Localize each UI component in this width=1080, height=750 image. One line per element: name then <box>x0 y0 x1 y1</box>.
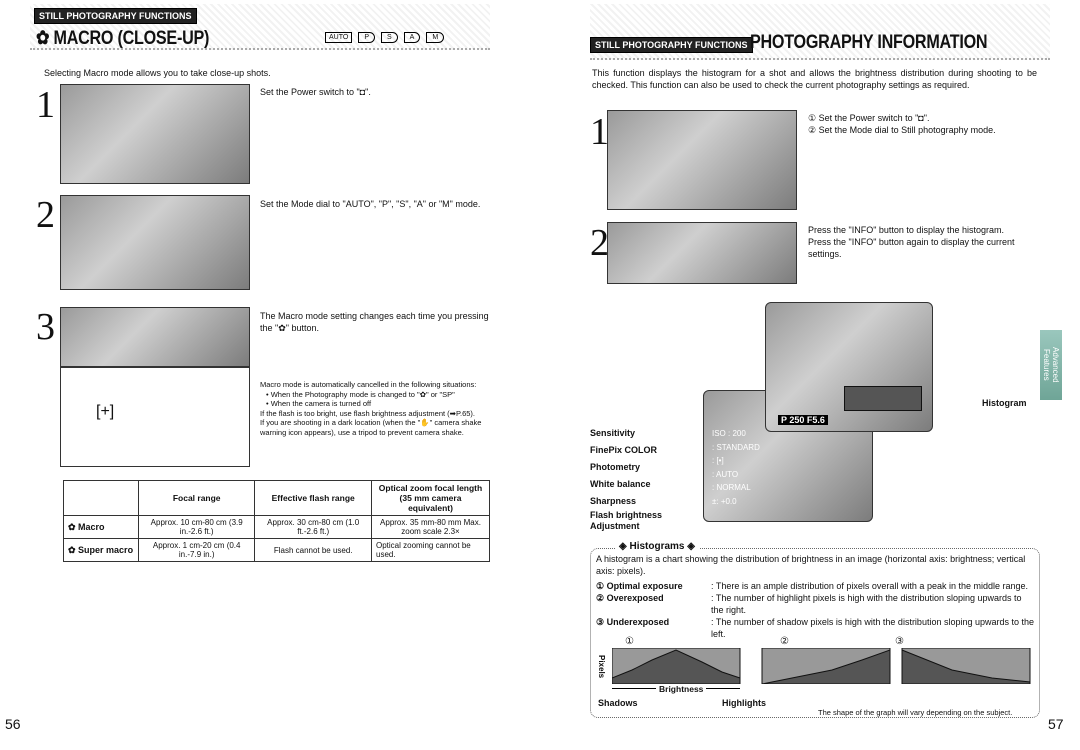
table-header: Optical zoom focal length (35 mm camera … <box>371 480 490 516</box>
step-text: ① Set the Power switch to "◘". ② Set the… <box>808 112 1038 136</box>
page-title: ✿ MACRO (CLOSE-UP) <box>36 28 210 49</box>
marker: ① <box>625 636 634 647</box>
callout-label: Sharpness <box>590 496 637 506</box>
note: Macro mode is automatically cancelled in… <box>260 380 477 389</box>
macro-range-table: Focal range Effective flash range Optica… <box>63 480 490 562</box>
step-line: ② Set the Mode dial to Still photography… <box>808 125 996 135</box>
table-cell: Approx. 10 cm-80 cm (3.9 in.-2.6 ft.) <box>137 515 256 539</box>
y-axis-label: Pixels <box>597 655 606 679</box>
intro-text: This function displays the histogram for… <box>592 68 1037 90</box>
step-text: Set the Mode dial to "AUTO", "P", "S", "… <box>260 199 481 209</box>
note: If the flash is too bright, use flash br… <box>260 408 476 418</box>
notes: Macro mode is automatically cancelled in… <box>260 380 490 437</box>
table-header: Effective flash range <box>254 480 372 516</box>
table-cell: ✿ Macro <box>63 515 139 539</box>
step-text: Set the Power switch to "◘". <box>260 87 371 97</box>
table-row: ✿ Macro Approx. 10 cm-80 cm (3.9 in.-2.6… <box>63 515 490 539</box>
highlights-label: Highlights <box>722 698 766 708</box>
item-term: ① Optimal exposure <box>596 581 683 591</box>
histogram-screen-image: P 250 F5.6 <box>765 302 933 432</box>
callout-label: White balance <box>590 479 651 489</box>
mode-icon: A <box>403 32 421 43</box>
note: • When the camera is turned off <box>266 399 372 408</box>
page-number: 56 <box>5 716 21 732</box>
note: If you are shooting in a dark location (… <box>260 418 482 437</box>
step-number: 3 <box>36 306 55 348</box>
screen-value: ±: +0.0 <box>712 496 737 506</box>
box-title: ◈ Histograms ◈ <box>615 541 699 552</box>
marker: ② <box>780 636 789 647</box>
item-term: ② Overexposed <box>596 593 664 603</box>
mode-icon: S <box>381 32 398 43</box>
item-desc: : The number of shadow pixels is high wi… <box>711 617 1035 639</box>
program-mode-badge: P 250 F5.6 <box>778 415 828 425</box>
table-cell: Approx. 35 mm-80 mm Max. zoom scale 2.3× <box>371 515 490 539</box>
mode-icon: P <box>358 32 375 43</box>
screen-value: : STANDARD <box>712 442 760 452</box>
table-header: Focal range <box>137 480 256 516</box>
focus-frame-icon: [+] <box>96 403 115 420</box>
info-button-image <box>607 222 797 284</box>
mode-dial-image <box>60 195 250 290</box>
x-axis-label: Brightness <box>656 684 707 694</box>
table-cell: ✿ Super macro <box>63 538 139 562</box>
table-cell: Approx. 30 cm-80 cm (1.0 ft.-2.6 ft.) <box>254 515 372 539</box>
histogram-optimal <box>612 648 741 684</box>
callout-label: Flash brightness Adjustment <box>590 510 663 531</box>
marker: ③ <box>895 636 904 647</box>
section-tag: STILL PHOTOGRAPHY FUNCTIONS <box>34 8 197 24</box>
mode-icons: AUTO P S A M <box>325 32 445 43</box>
item-desc: : The number of highlight pixels is high… <box>711 593 1022 615</box>
item-term: ③ Underexposed <box>596 617 670 627</box>
histogram-examples <box>612 648 1031 684</box>
step-text: The Macro mode setting changes each time… <box>260 311 489 333</box>
box-desc: A histogram is a chart showing the distr… <box>596 554 1026 576</box>
callout-label: FinePix COLOR <box>590 445 658 455</box>
box-items: ① Optimal exposure : There is an ample di… <box>596 580 1034 640</box>
step-number: 2 <box>36 194 55 236</box>
screen-value: : [•] <box>712 456 724 465</box>
histogram-graphic <box>844 386 922 411</box>
step-text: Press the "INFO" button to display the h… <box>808 224 1038 260</box>
intro-text: Selecting Macro mode allows you to take … <box>44 68 271 78</box>
screen-value: ISO : 200 <box>712 429 746 438</box>
section-tag: STILL PHOTOGRAPHY FUNCTIONS <box>590 37 753 53</box>
callout-label: Photometry <box>590 462 641 472</box>
mode-icon: M <box>426 32 445 43</box>
histogram-callout: Histogram <box>982 398 1027 408</box>
screen-value: : NORMAL <box>712 483 751 492</box>
step-line: Press the "INFO" button again to display… <box>808 237 1015 259</box>
callout-labels: Sensitivity FinePix COLOR Photometry Whi… <box>590 425 670 532</box>
step-line: Press the "INFO" button to display the h… <box>808 225 1004 235</box>
note: • When the Photography mode is changed t… <box>266 389 455 399</box>
callout-label: Sensitivity <box>590 428 636 438</box>
table-row: ✿ Super macro Approx. 1 cm-20 cm (0.4 in… <box>63 538 490 562</box>
page-number: 57 <box>1048 716 1064 732</box>
step-line: ① Set the Power switch to "◘". <box>808 113 930 123</box>
histogram-underexposed <box>901 648 1031 684</box>
side-tab: Advanced Features <box>1040 330 1062 400</box>
step-number: 1 <box>36 84 55 126</box>
table-cell: Optical zooming cannot be used. <box>371 538 490 562</box>
item-desc: : There is an ample distribution of pixe… <box>711 581 1029 591</box>
table-cell: Flash cannot be used. <box>254 538 372 562</box>
histogram-overexposed <box>761 648 891 684</box>
camera-power-switch-image <box>60 84 250 184</box>
box-note: The shape of the graph will vary dependi… <box>818 708 1013 717</box>
table-header <box>63 480 139 516</box>
power-and-mode-dial-image <box>607 110 797 210</box>
mode-icon: AUTO <box>325 32 353 43</box>
macro-button-image <box>60 307 250 367</box>
shadows-label: Shadows <box>598 698 638 708</box>
table-cell: Approx. 1 cm-20 cm (0.4 in.-7.9 in.) <box>137 538 256 562</box>
lcd-screen-illustration: [+] <box>60 367 250 467</box>
screen-value: : AUTO <box>712 469 739 479</box>
settings-values: ISO : 200 : STANDARD : [•] : AUTO : NORM… <box>712 427 760 508</box>
page-title: PHOTOGRAPHY INFORMATION <box>750 32 988 53</box>
